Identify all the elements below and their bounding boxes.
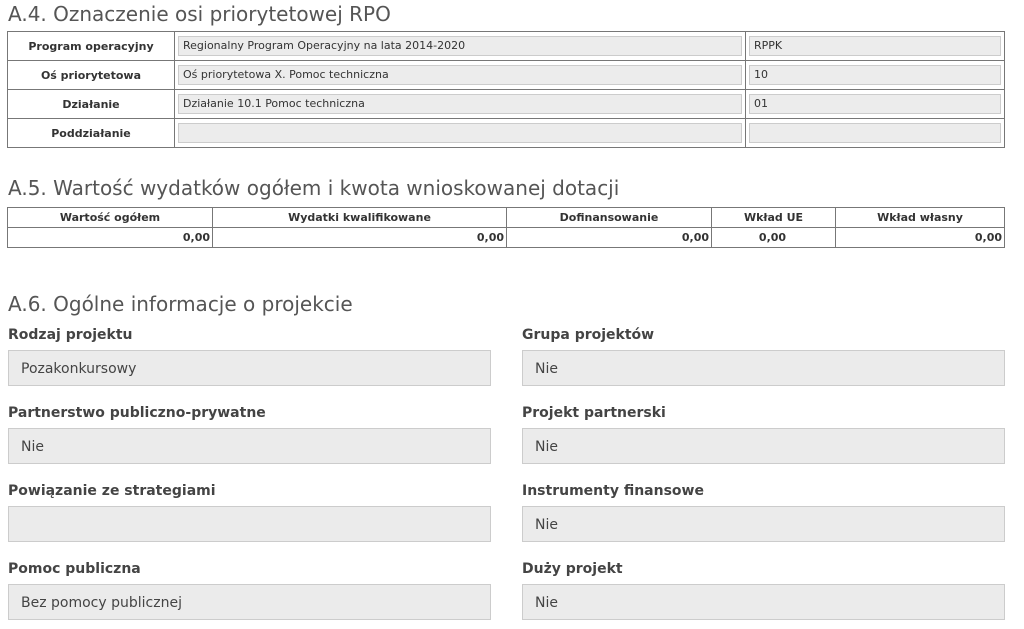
row-label: Oś priorytetowa bbox=[7, 60, 175, 90]
row-label: Program operacyjny bbox=[7, 31, 175, 61]
subaction-code-field[interactable] bbox=[749, 123, 1001, 143]
total-value: 0,00 bbox=[7, 227, 213, 248]
column-header: Wydatki kwalifikowane bbox=[212, 207, 507, 228]
row-label: Działanie bbox=[7, 89, 175, 119]
column-header: Dofinansowanie bbox=[506, 207, 712, 228]
financial-instruments-label: Instrumenty finansowe bbox=[522, 483, 704, 499]
ppp-field[interactable]: Nie bbox=[8, 428, 491, 464]
column-header: Wkład UE bbox=[711, 207, 836, 228]
table-row: 0,00 0,00 0,00 0,00 0,00 bbox=[7, 227, 1005, 248]
table-header-row: Wartość ogółem Wydatki kwalifikowane Dof… bbox=[7, 207, 1005, 228]
action-value-field[interactable]: Działanie 10.1 Pomoc techniczna bbox=[178, 94, 742, 114]
table-row: Program operacyjny Regionalny Program Op… bbox=[7, 31, 1005, 61]
public-aid-field[interactable]: Bez pomocy publicznej bbox=[8, 584, 491, 620]
eligible-expenses-value: 0,00 bbox=[212, 227, 507, 248]
strategies-field[interactable] bbox=[8, 506, 491, 542]
partner-project-label: Projekt partnerski bbox=[522, 405, 666, 421]
major-project-field[interactable]: Nie bbox=[522, 584, 1005, 620]
project-group-field[interactable]: Nie bbox=[522, 350, 1005, 386]
cofinancing-value: 0,00 bbox=[506, 227, 712, 248]
program-value-field[interactable]: Regionalny Program Operacyjny na lata 20… bbox=[178, 36, 742, 56]
action-code-field[interactable]: 01 bbox=[749, 94, 1001, 114]
major-project-label: Duży projekt bbox=[522, 561, 623, 577]
project-group-label: Grupa projektów bbox=[522, 327, 655, 343]
own-contribution-value: 0,00 bbox=[835, 227, 1005, 248]
column-header: Wartość ogółem bbox=[7, 207, 213, 228]
table-row: Działanie Działanie 10.1 Pomoc techniczn… bbox=[7, 89, 1005, 119]
row-label: Poddziałanie bbox=[7, 118, 175, 148]
table-row: Oś priorytetowa Oś priorytetowa X. Pomoc… bbox=[7, 60, 1005, 90]
partner-project-field[interactable]: Nie bbox=[522, 428, 1005, 464]
subaction-value-field[interactable] bbox=[178, 123, 742, 143]
priority-axis-table: Program operacyjny Regionalny Program Op… bbox=[7, 31, 1005, 148]
program-code-field[interactable]: RPPK bbox=[749, 36, 1001, 56]
ppp-label: Partnerstwo publiczno-prywatne bbox=[8, 405, 266, 421]
section-title-a5: A.5. Wartość wydatków ogółem i kwota wni… bbox=[8, 176, 620, 200]
project-type-label: Rodzaj projektu bbox=[8, 327, 133, 343]
section-title-a4: A.4. Oznaczenie osi priorytetowej RPO bbox=[8, 2, 391, 26]
axis-value-field[interactable]: Oś priorytetowa X. Pomoc techniczna bbox=[178, 65, 742, 85]
project-type-field[interactable]: Pozakonkursowy bbox=[8, 350, 491, 386]
column-header: Wkład własny bbox=[835, 207, 1005, 228]
public-aid-label: Pomoc publiczna bbox=[8, 561, 141, 577]
expenses-table: Wartość ogółem Wydatki kwalifikowane Dof… bbox=[7, 207, 1005, 248]
financial-instruments-field[interactable]: Nie bbox=[522, 506, 1005, 542]
section-title-a6: A.6. Ogólne informacje o projekcie bbox=[8, 292, 353, 316]
table-row: Poddziałanie bbox=[7, 118, 1005, 148]
eu-contribution-value: 0,00 bbox=[711, 227, 836, 248]
axis-code-field[interactable]: 10 bbox=[749, 65, 1001, 85]
strategies-label: Powiązanie ze strategiami bbox=[8, 483, 216, 499]
